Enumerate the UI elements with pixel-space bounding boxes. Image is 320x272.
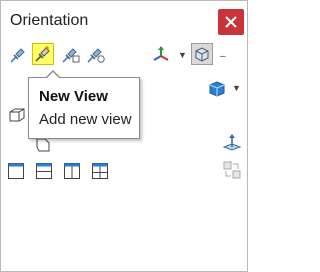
tooltip-description: Add new view (39, 111, 132, 128)
display-style-button[interactable] (207, 79, 227, 99)
four-view-button[interactable] (90, 161, 110, 181)
new-view-tooltip: New View Add new view (28, 70, 140, 139)
two-view-horizontal-button[interactable] (34, 161, 54, 181)
single-view-button[interactable] (6, 161, 26, 181)
normal-to-button[interactable] (221, 131, 243, 153)
window-title: Orientation (10, 12, 89, 29)
new-view-icon (35, 46, 50, 62)
toolbar: ▼ – (1, 41, 247, 69)
two-view-vertical-icon (64, 163, 80, 179)
four-view-icon (92, 163, 108, 179)
display-style-dropdown[interactable]: ▼ (232, 83, 241, 93)
update-standard-views-button[interactable] (60, 44, 82, 66)
view-cube-dropdown[interactable]: – (220, 51, 226, 62)
blue-cube-icon (209, 81, 225, 97)
triad-icon (153, 46, 169, 61)
view-pushpin-button[interactable] (7, 44, 29, 66)
update-standard-views-icon (62, 48, 80, 63)
two-view-horizontal-icon (36, 163, 52, 179)
link-views-button[interactable] (221, 159, 243, 181)
normal-to-icon (222, 134, 242, 151)
title-bar: Orientation (1, 1, 247, 41)
link-views-icon (223, 161, 241, 179)
new-view-button[interactable] (32, 43, 54, 65)
two-view-vertical-button[interactable] (62, 161, 82, 181)
view-selector-triad-button[interactable] (150, 44, 172, 66)
view-cube-toggle-button[interactable] (191, 43, 213, 65)
close-button[interactable] (218, 9, 244, 35)
pushpin-icon (10, 48, 25, 63)
single-view-icon (8, 163, 24, 179)
reset-standard-views-icon (87, 48, 105, 63)
isometric-cube-icon (9, 108, 25, 122)
view-cube-icon (195, 47, 209, 62)
tooltip-title: New View (39, 88, 108, 105)
close-icon (225, 16, 237, 28)
triad-dropdown-arrow[interactable]: ▼ (178, 50, 187, 60)
reset-standard-views-button[interactable] (85, 44, 107, 66)
isometric-view-button[interactable] (7, 105, 27, 125)
tooltip-pointer-fill (46, 72, 60, 79)
orientation-panel: Orientation ▼ – ▼ New View Add new view (0, 0, 248, 272)
